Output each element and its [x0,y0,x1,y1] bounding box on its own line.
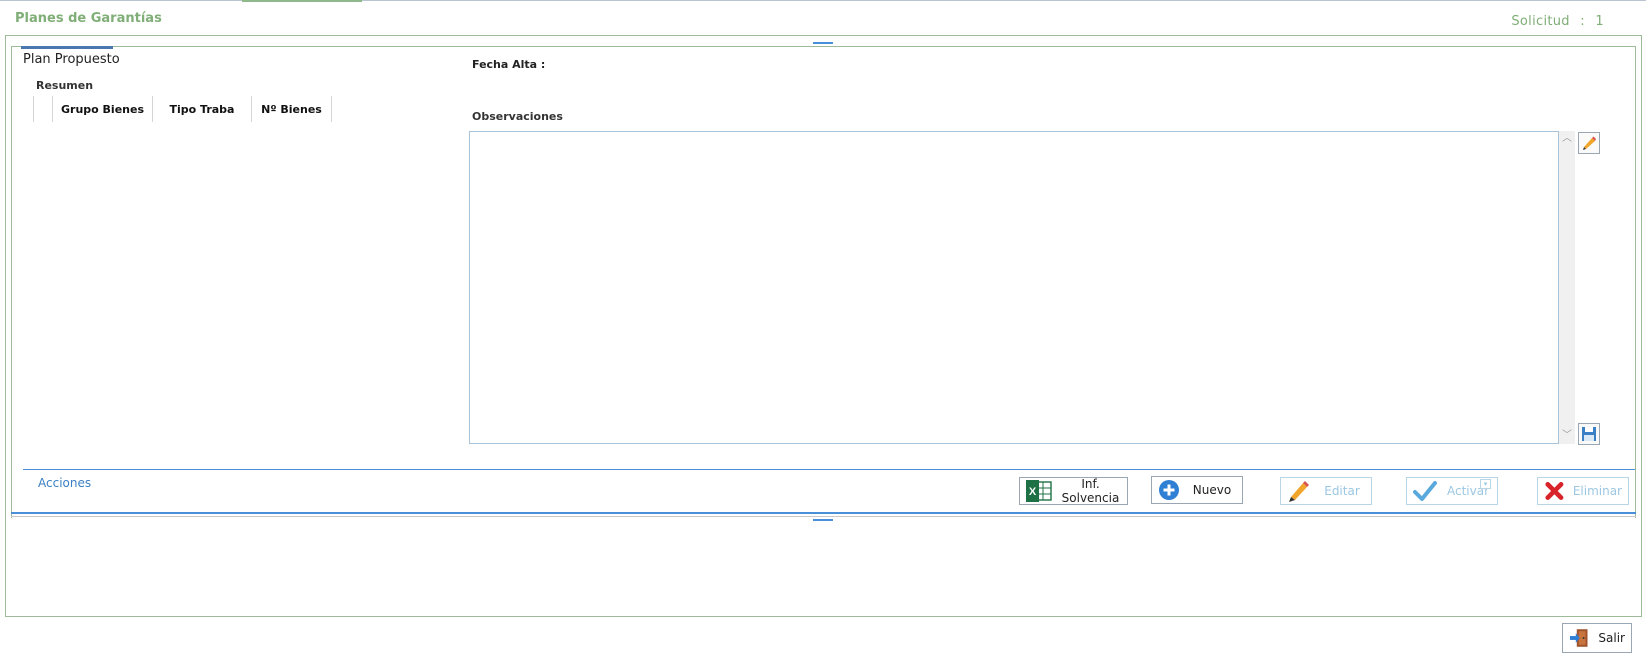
edit-observaciones-button[interactable] [1578,132,1600,154]
resumen-title: Resumen [36,79,94,92]
excel-icon: X [1026,480,1052,502]
checkmark-icon [1413,481,1437,501]
eliminar-button[interactable]: Eliminar [1537,477,1629,505]
inf-solvencia-button[interactable]: X Inf. Solvencia [1019,477,1128,505]
tab-active-indicator [21,46,113,49]
solicitud-label: Solicitud [1511,14,1570,29]
dropdown-indicator-icon: ▾ [1480,479,1491,489]
eliminar-label: Eliminar [1572,484,1622,498]
grid-select-column [34,96,52,122]
nuevo-button[interactable]: Nuevo [1151,476,1243,504]
acciones-title: Acciones [38,476,92,490]
plus-circle-icon [1159,480,1179,500]
solicitud-value: 1 [1595,14,1604,29]
observaciones-textarea[interactable] [469,131,1559,444]
activar-button[interactable]: Activar ▾ [1406,477,1498,505]
plan-panel-bottom-border [11,512,1636,514]
grid-separator [331,96,332,122]
acciones-divider [23,469,1635,470]
splitter-line [11,516,1636,517]
column-header-tipo-traba[interactable]: Tipo Traba [153,96,251,122]
editar-button[interactable]: Editar [1280,477,1372,505]
solicitud-sep: : [1580,14,1585,29]
editar-label: Editar [1324,484,1360,498]
column-header-grupo-bienes[interactable]: Grupo Bienes [53,96,152,122]
scroll-down-arrow-icon[interactable]: ﹀ [1559,428,1575,444]
inf-solvencia-label: Inf. Solvencia [1061,477,1120,505]
pencil-icon [1289,481,1309,502]
pencil-icon [1583,136,1596,150]
observaciones-scrollbar[interactable]: ︿ ﹀ [1559,131,1575,444]
splitter-grip-top[interactable] [813,42,833,44]
column-header-n-bienes[interactable]: Nº Bienes [252,96,331,122]
fecha-alta-label: Fecha Alta : [472,58,546,71]
scroll-up-arrow-icon[interactable]: ︿ [1559,131,1575,147]
observaciones-label: Observaciones [472,110,563,123]
salir-label: Salir [1598,631,1625,645]
exit-door-icon [1569,629,1588,647]
x-icon [1545,482,1564,500]
resumen-grid-header: Grupo Bienes Tipo Traba Nº Bienes [33,96,332,122]
tab-plan-propuesto[interactable]: Plan Propuesto [23,52,120,67]
window-top-accent [242,0,362,2]
solicitud-indicator: Solicitud : 1 [1511,14,1604,29]
svg-text:X: X [1029,486,1037,498]
splitter-grip-bottom[interactable] [813,519,833,521]
save-observaciones-button[interactable] [1578,423,1600,445]
save-icon [1582,427,1596,441]
nuevo-label: Nuevo [1192,483,1232,497]
salir-button[interactable]: Salir [1562,623,1632,653]
page-title: Planes de Garantías [15,11,162,26]
